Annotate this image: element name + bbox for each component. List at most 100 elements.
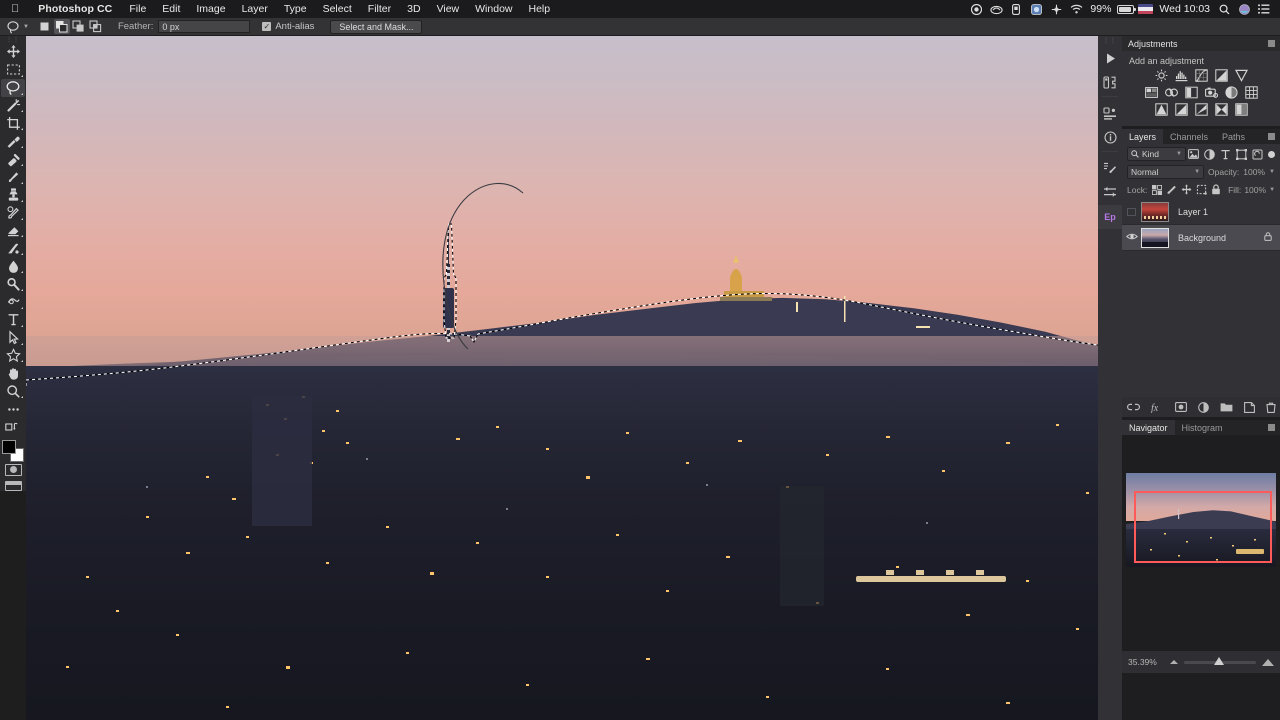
exposure-icon[interactable]	[1214, 69, 1228, 82]
tab-histogram[interactable]: Histogram	[1175, 420, 1230, 435]
spotlight-search-icon[interactable]	[1214, 0, 1234, 18]
new-group-icon[interactable]	[1220, 402, 1233, 412]
clone-stamp-tool[interactable]	[1, 186, 25, 204]
chevron-down-icon-blend[interactable]: ▼	[1194, 169, 1200, 175]
zoom-tool[interactable]	[1, 382, 25, 400]
chevron-down-icon[interactable]: ▼	[1176, 151, 1182, 157]
notification-center-icon[interactable]	[1254, 0, 1274, 18]
menu-filter[interactable]: Filter	[360, 3, 399, 15]
tab-navigator[interactable]: Navigator	[1122, 420, 1175, 435]
siri-icon[interactable]	[1234, 0, 1254, 18]
pen-tool[interactable]	[1, 293, 25, 311]
channel-mixer-icon[interactable]	[1224, 86, 1238, 99]
hand-tool[interactable]	[1, 364, 25, 382]
zoom-slider-handle[interactable]	[1214, 656, 1225, 665]
lasso-tool[interactable]	[1, 78, 25, 97]
crop-tool[interactable]	[1, 114, 25, 132]
layers-panel-menu-icon[interactable]	[1268, 133, 1275, 140]
color-balance-icon[interactable]	[1164, 86, 1178, 99]
opacity-chevron-down-icon[interactable]: ▼	[1269, 169, 1275, 175]
blend-mode-select[interactable]: Normal ▼	[1127, 165, 1205, 179]
new-adjustment-layer-icon[interactable]	[1197, 401, 1209, 413]
delete-layer-icon[interactable]	[1265, 402, 1276, 413]
app-icon[interactable]	[1026, 0, 1046, 18]
fill-value[interactable]: 100%	[1244, 185, 1266, 195]
navigator-panel-menu-icon[interactable]	[1268, 424, 1275, 431]
path-selection-tool[interactable]	[1, 329, 25, 347]
layer-thumbnail-1[interactable]	[1141, 201, 1169, 222]
apple-menu-icon[interactable]: 	[0, 3, 29, 15]
opacity-value[interactable]: 100%	[1243, 167, 1265, 177]
table-row[interactable]: Layer 1	[1122, 199, 1280, 225]
type-tool[interactable]	[1, 311, 25, 329]
dropbox-icon[interactable]	[1006, 0, 1026, 18]
zoom-slider[interactable]	[1184, 656, 1256, 665]
layer-filter-toggle[interactable]	[1268, 150, 1275, 158]
curves-icon[interactable]	[1194, 69, 1208, 82]
layer-name-2[interactable]: Background	[1178, 233, 1226, 243]
tab-paths[interactable]: Paths	[1215, 129, 1252, 144]
flag-icon[interactable]	[1135, 0, 1155, 18]
edit-toolbar-icon[interactable]	[1, 418, 25, 436]
lock-position-icon[interactable]	[1181, 183, 1193, 196]
battery-icon[interactable]	[1115, 0, 1136, 18]
threshold-icon[interactable]	[1194, 103, 1208, 116]
quick-mask-mode-icon[interactable]	[4, 464, 22, 476]
history-brush-tool[interactable]	[1, 204, 25, 222]
layer-visibility-toggle-2[interactable]	[1122, 232, 1141, 243]
layer-style-fx-icon[interactable]: fx	[1151, 402, 1164, 413]
invert-icon[interactable]	[1154, 103, 1168, 116]
link-layers-icon[interactable]	[1126, 403, 1140, 411]
foreground-color-swatch[interactable]	[2, 439, 16, 454]
document-canvas[interactable]	[26, 36, 1098, 720]
zoom-in-icon[interactable]	[1262, 658, 1274, 666]
lock-artboard-icon[interactable]	[1196, 183, 1208, 196]
tab-layers[interactable]: Layers	[1122, 129, 1164, 144]
menu-image[interactable]: Image	[188, 3, 233, 15]
menu-help[interactable]: Help	[521, 3, 559, 15]
brush-tool[interactable]	[1, 168, 25, 186]
layer-thumbnail-2[interactable]	[1141, 227, 1169, 248]
layer-filter-kind-select[interactable]: Kind ▼	[1127, 147, 1186, 161]
intersect-selection-button[interactable]	[88, 19, 104, 34]
tab-channels[interactable]: Channels	[1163, 129, 1215, 144]
panel-menu-icon[interactable]	[1268, 40, 1275, 47]
dodge-tool[interactable]	[1, 275, 25, 293]
menu-file[interactable]: File	[121, 3, 154, 15]
rail-drag-handle[interactable]: ⋮⋮	[1103, 36, 1117, 45]
actions-icon[interactable]	[1098, 71, 1122, 93]
magic-wand-tool[interactable]	[1, 97, 25, 115]
gradient-tool[interactable]	[1, 239, 25, 257]
smart-object-icon[interactable]	[1250, 147, 1264, 161]
zoom-level-value[interactable]: 35.39%	[1128, 657, 1164, 667]
move-tool[interactable]	[1, 43, 25, 61]
menu-bar-clock[interactable]: Wed 10:03	[1155, 3, 1214, 15]
spot-healing-brush-tool[interactable]	[1, 150, 25, 168]
lock-all-icon[interactable]	[1210, 183, 1222, 196]
shape-tool[interactable]	[1, 347, 25, 365]
menu-type[interactable]: Type	[276, 3, 315, 15]
hue-saturation-icon[interactable]	[1144, 86, 1158, 99]
select-and-mask-button[interactable]: Select and Mask...	[330, 19, 423, 34]
creative-cloud-icon[interactable]	[986, 0, 1006, 18]
navigator-view-rectangle[interactable]	[1134, 491, 1272, 563]
gradient-map-icon[interactable]	[1234, 103, 1248, 116]
color-swatches[interactable]	[1, 439, 25, 462]
screen-mode-icon[interactable]	[4, 480, 22, 492]
new-selection-button[interactable]	[37, 19, 53, 34]
more-tools-icon[interactable]	[1, 400, 25, 418]
properties-icon[interactable]	[1098, 102, 1122, 124]
posterize-icon[interactable]	[1174, 103, 1188, 116]
add-to-selection-button[interactable]	[53, 19, 70, 34]
eyedropper-tool[interactable]	[1, 132, 25, 150]
adjustments-sliders-icon[interactable]	[1098, 181, 1122, 203]
info-icon[interactable]	[1098, 126, 1122, 148]
navigator-body[interactable]: 35.39%	[1122, 435, 1280, 673]
brightness-contrast-icon[interactable]	[1155, 69, 1168, 82]
rectangular-marquee-tool[interactable]	[1, 61, 25, 79]
layer-name-1[interactable]: Layer 1	[1178, 207, 1208, 217]
new-layer-icon[interactable]	[1243, 401, 1255, 413]
menu-select[interactable]: Select	[315, 3, 360, 15]
toolbar-drag-handle[interactable]: ⋮⋮	[0, 36, 26, 43]
sync-icon[interactable]	[1046, 0, 1066, 18]
